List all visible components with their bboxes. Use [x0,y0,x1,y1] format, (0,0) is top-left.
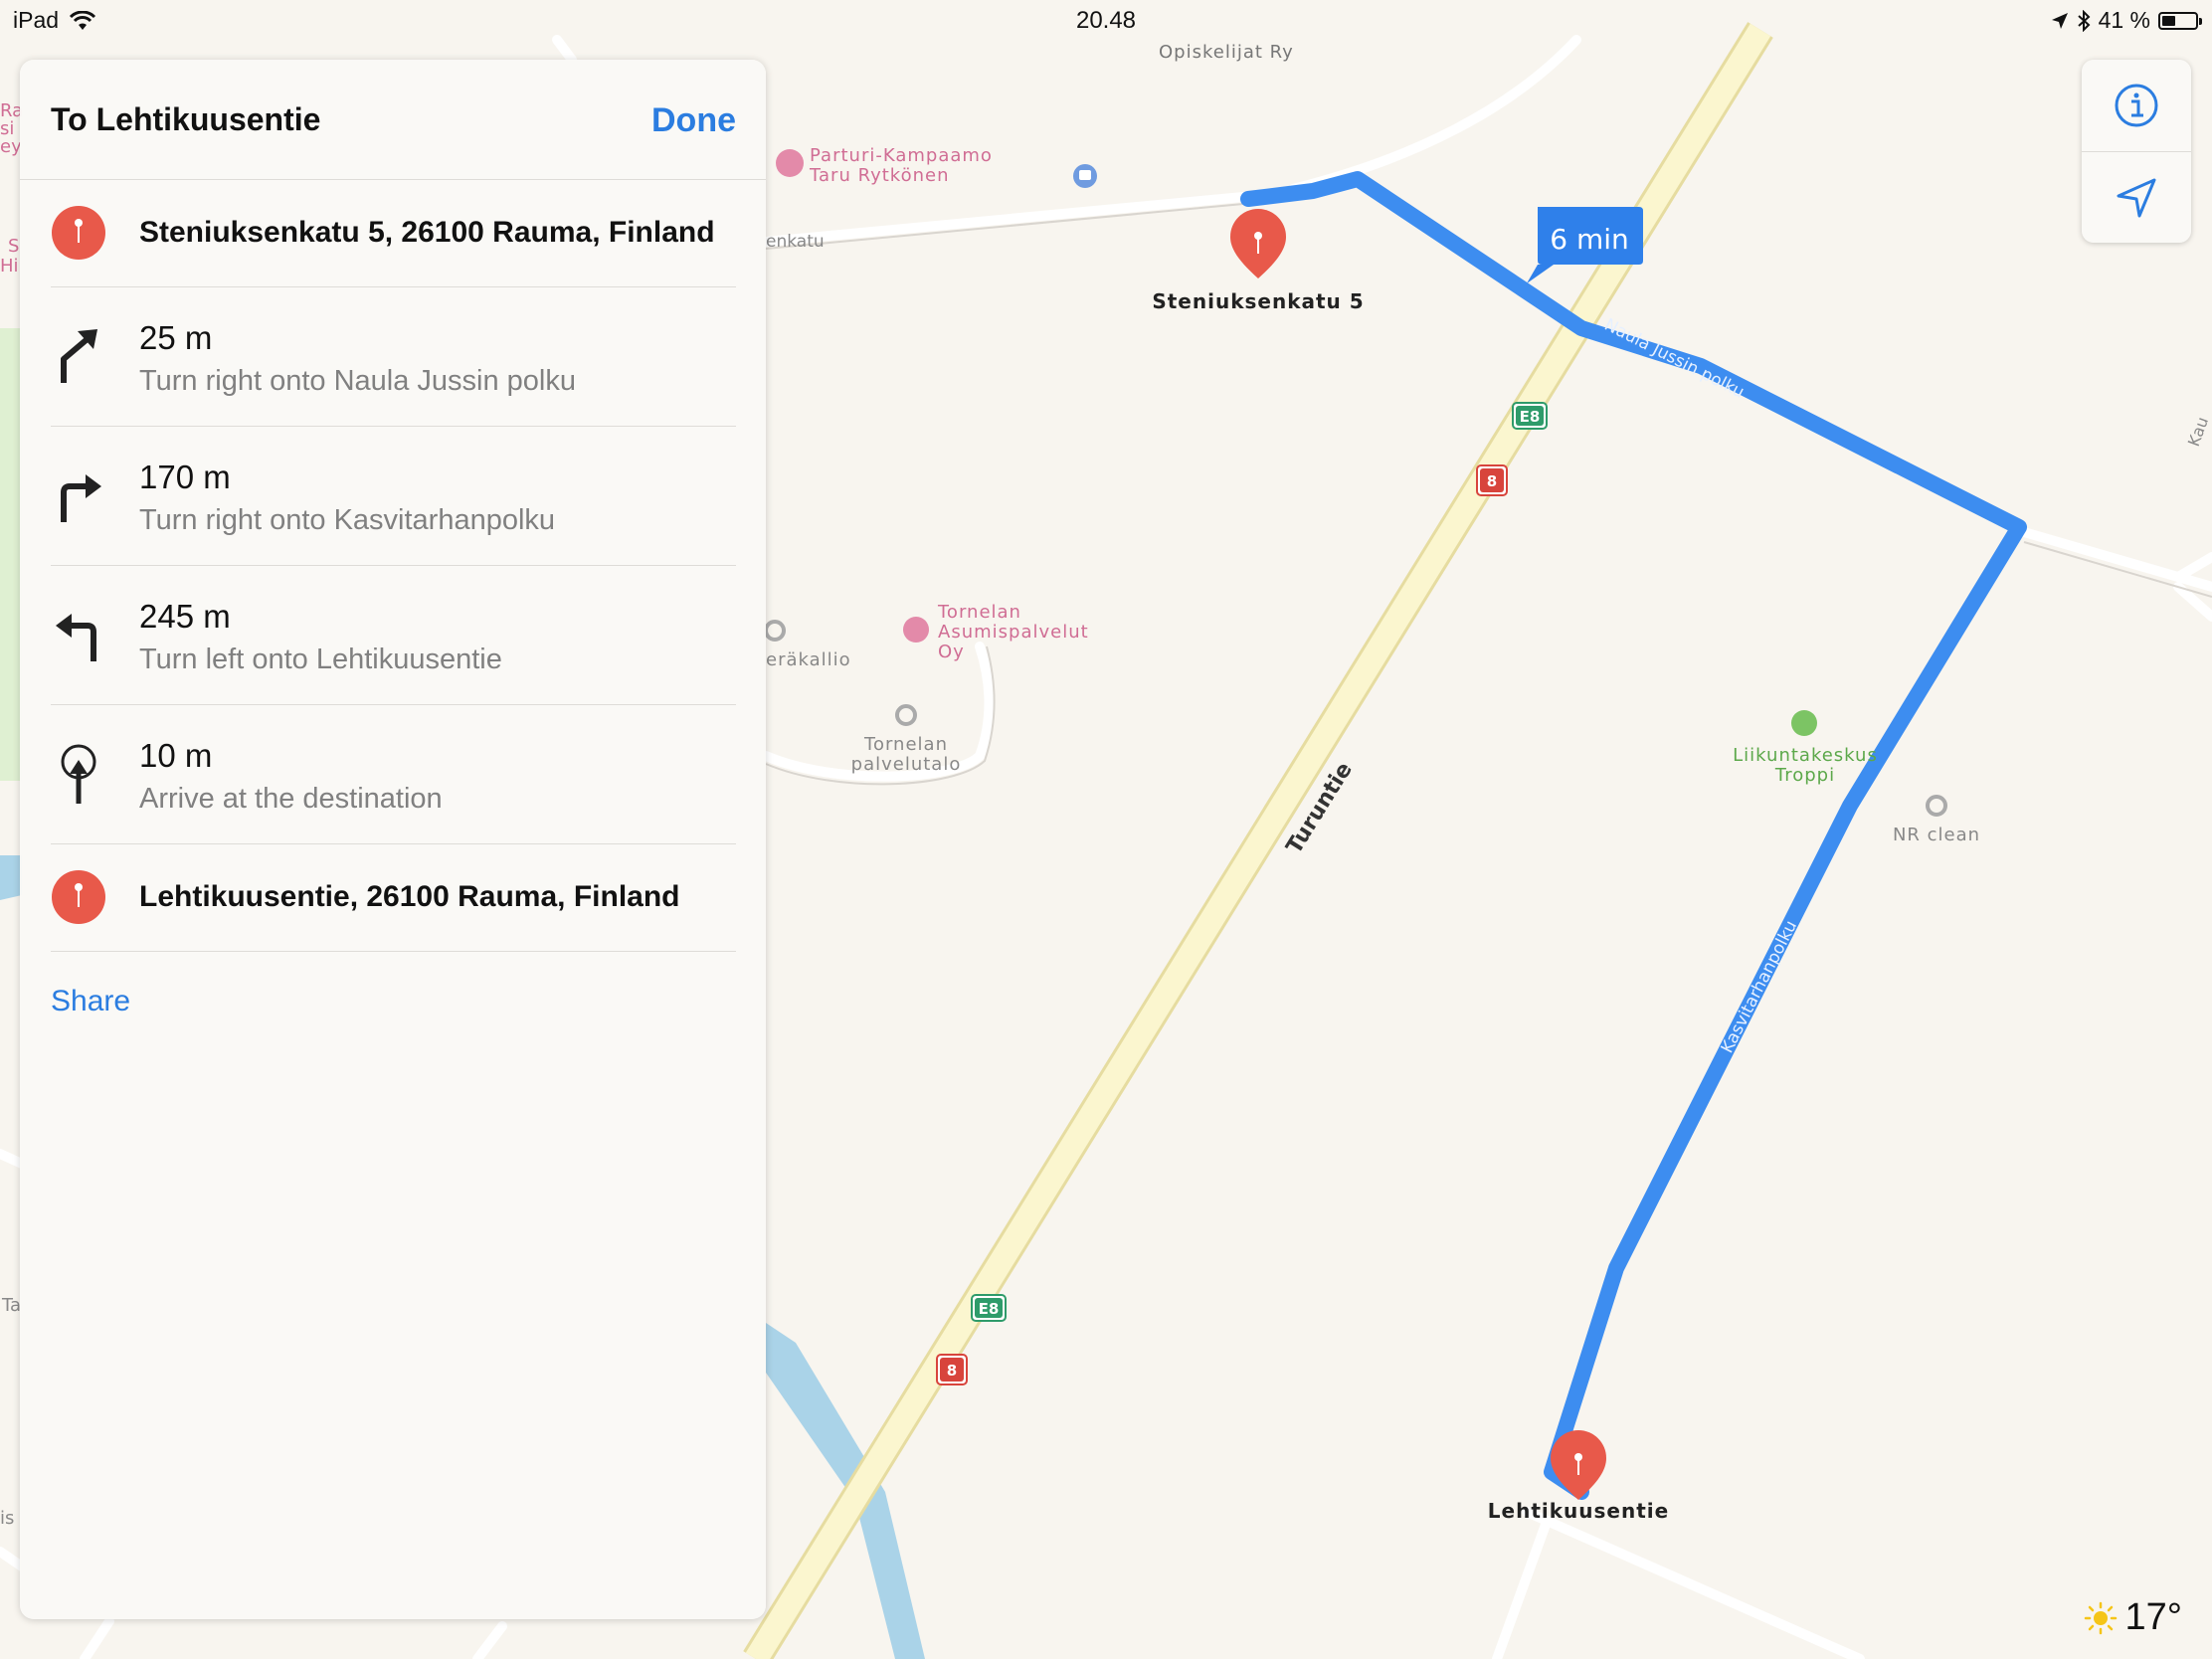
arrive-destination-icon [51,744,106,804]
poi-tornelan-pt-2: palvelutalo [851,754,962,775]
step-distance: 10 m [139,737,213,774]
location-arrow-icon [2051,12,2068,29]
info-button[interactable] [2082,60,2191,151]
sports-center-icon[interactable] [1791,710,1817,736]
poi-opiskelijat: Opiskelijat Ry [1159,42,1294,63]
done-button[interactable]: Done [651,101,736,140]
directions-panel: To Lehtikuusentie Done Steniuksenkatu 5,… [20,60,766,1619]
care-service-icon[interactable] [903,617,929,643]
status-right: 41 % [2051,7,2202,34]
weather-widget: 17° [2077,1596,2188,1639]
poi-tornelan-as-1: Tornelan [937,602,1021,623]
start-pin-icon [51,205,106,261]
sun-icon [2084,1601,2117,1634]
shield-8-upper: 8 [1476,464,1508,496]
edge-label-is: is [0,1508,14,1529]
poi-liikunta-1: Liikuntakeskus [1733,745,1878,766]
step-distance: 245 m [139,598,231,635]
shield-e8-upper: E8 [1512,402,1548,430]
edge-label-ey: ey [0,136,22,157]
tracking-button[interactable] [2082,151,2191,244]
temperature: 17° [2124,1596,2182,1638]
step-instruction: Arrive at the destination [139,783,443,815]
share-button[interactable]: Share [51,985,130,1018]
turn-left-arrow-icon [51,606,106,661]
battery-fill [2162,15,2175,26]
bluetooth-icon [2077,9,2091,32]
battery-icon [2158,11,2202,30]
water-area-left [0,855,22,900]
park-area [0,328,22,781]
edge-label-hi: Hi [0,256,19,276]
status-time: 20.48 [1075,7,1137,34]
barber-icon[interactable] [776,149,804,177]
street-label-enkatu: enkatu [766,232,825,252]
start-location-row[interactable]: Steniuksenkatu 5, 26100 Rauma, Finland [51,180,736,287]
poi-liikunta-2: Troppi [1774,765,1835,786]
poi-parturi-1: Parturi-Kampaamo [810,145,993,166]
direction-step[interactable]: 25 m Turn right onto Naula Jussin polku [51,287,736,427]
shield-e8-lower: E8 [971,1294,1007,1322]
panel-title: To Lehtikuusentie [51,101,321,137]
shield-e8-lower-label: E8 [979,1300,1000,1318]
route-time-label: 6 min [1550,223,1629,256]
step-distance: 170 m [139,459,231,495]
step-distance: 25 m [139,319,213,356]
step-instruction: Turn right onto Kasvitarhanpolku [139,504,556,536]
step-instruction: Turn left onto Lehtikuusentie [139,644,502,675]
poi-tornelan-as-3: Oy [938,642,965,662]
shield-8-lower: 8 [936,1354,968,1385]
direction-step[interactable]: 170 m Turn right onto Kasvitarhanpolku [51,427,736,566]
poi-nrclean: NR clean [1893,825,1980,845]
destination-label: Lehtikuusentie, 26100 Rauma, Finland [139,880,680,913]
location-arrow-icon [2117,178,2156,218]
shield-e8-upper-label: E8 [1520,408,1541,426]
slight-right-arrow-icon [51,327,106,383]
shield-8-lower-label: 8 [947,1362,957,1380]
panel-header: To Lehtikuusentie Done [20,60,766,180]
destination-pin-icon [51,869,106,925]
direction-step[interactable]: 10 m Arrive at the destination [51,705,736,844]
destination-row[interactable]: Lehtikuusentie, 26100 Rauma, Finland [51,844,736,952]
step-instruction: Turn right onto Naula Jussin polku [139,365,576,397]
edge-label-ta: Ta [1,1295,21,1316]
status-bar: iPad 20.48 41 % [0,0,2212,40]
poi-tornelan-pt-1: Tornelan [863,734,948,755]
start-location-label: Steniuksenkatu 5, 26100 Rauma, Finland [139,216,715,249]
turn-right-arrow-icon [51,466,106,522]
bus-icon-glyph [1079,170,1091,180]
info-icon [2115,84,2158,127]
poi-erakallio: eräkallio [766,649,851,670]
map-controls [2082,60,2191,243]
poi-tornelan-as-2: Asumispalvelut [938,622,1089,643]
poi-parturi-2: Taru Rytkönen [809,165,950,186]
start-pin-label: Steniuksenkatu 5 [1152,289,1364,313]
direction-step[interactable]: 245 m Turn left onto Lehtikuusentie [51,566,736,705]
end-pin-label: Lehtikuusentie [1488,1499,1669,1523]
battery-percent: 41 % [2098,7,2150,33]
edge-label-s: S [8,236,19,257]
shield-8-upper-label: 8 [1487,472,1497,490]
